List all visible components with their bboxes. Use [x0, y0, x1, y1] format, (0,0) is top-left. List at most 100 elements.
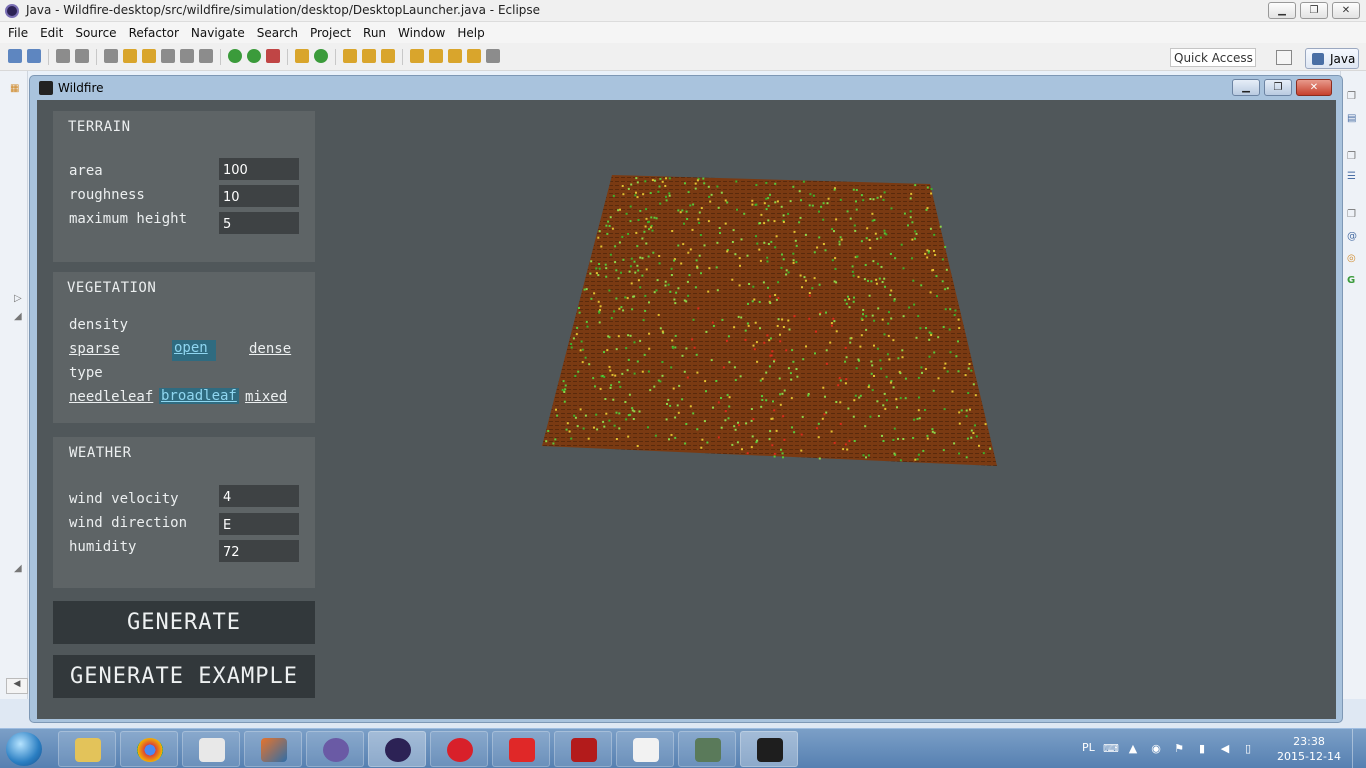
menu-file[interactable]: File [2, 26, 34, 40]
taskbar-chrome[interactable] [120, 731, 178, 767]
menu-project[interactable]: Project [304, 26, 357, 40]
block-selection-icon[interactable] [161, 49, 175, 63]
show-hidden-icons-icon[interactable]: ▲ [1126, 742, 1140, 755]
generate-example-button[interactable]: GENERATE EXAMPLE [53, 655, 315, 698]
previous-annotation-icon[interactable] [429, 49, 443, 63]
type-option-broadleaf[interactable]: broadleaf [159, 388, 239, 404]
taskbar-app8[interactable] [492, 731, 550, 767]
keyboard-icon[interactable]: ⌨ [1103, 742, 1119, 755]
quick-access-input[interactable]: Quick Access [1170, 48, 1256, 67]
java-perspective-button[interactable]: Java [1305, 48, 1359, 69]
toggle-mark-icon[interactable] [123, 49, 137, 63]
menu-refactor[interactable]: Refactor [123, 26, 185, 40]
maximize-button[interactable]: ❐ [1300, 2, 1328, 19]
vegetation-dot [833, 320, 836, 323]
volume-icon[interactable]: ◀ [1218, 742, 1232, 755]
action-center-icon[interactable]: ⚑ [1172, 742, 1186, 755]
restore-icon[interactable]: ❐ [1347, 151, 1356, 162]
language-indicator[interactable]: PL [1082, 741, 1095, 754]
run-icon[interactable] [247, 49, 261, 63]
taskbar-app5[interactable] [306, 731, 364, 767]
density-option-dense[interactable]: dense [247, 341, 293, 357]
taskbar-acrobat[interactable] [554, 731, 612, 767]
vegetation-dot [868, 294, 871, 297]
menu-navigate[interactable]: Navigate [185, 26, 251, 40]
scroll-left-button[interactable]: ◀ [6, 678, 28, 694]
restore-icon[interactable]: ❐ [1347, 209, 1356, 220]
new-java-package-icon[interactable] [295, 49, 309, 63]
clock[interactable]: 23:38 2015-12-14 [1276, 734, 1342, 764]
minimize-button[interactable]: ▁ [1268, 2, 1296, 19]
show-whitespace-icon[interactable] [180, 49, 194, 63]
taskbar-app11[interactable] [678, 731, 736, 767]
area-input[interactable] [219, 158, 299, 180]
highlight-icon[interactable] [142, 49, 156, 63]
wind-direction-input[interactable] [219, 513, 299, 535]
last-edit-icon[interactable] [448, 49, 462, 63]
menu-search[interactable]: Search [251, 26, 304, 40]
menu-run[interactable]: Run [357, 26, 392, 40]
network-icon[interactable]: ▮ [1195, 742, 1209, 755]
simulation-canvas[interactable]: TERRAIN area roughness maximum height VE… [37, 100, 1336, 719]
vegetation-dot [792, 252, 795, 255]
chrome-tray-icon[interactable]: ◉ [1149, 742, 1163, 755]
menu-help[interactable]: Help [451, 26, 490, 40]
taskbar-wildfire[interactable] [740, 731, 798, 767]
wildfire-close-button[interactable]: ✕ [1296, 79, 1332, 96]
vegetation-dot [677, 287, 680, 290]
vegetation-dot [822, 243, 825, 245]
next-annotation-icon[interactable] [410, 49, 424, 63]
task-list-icon[interactable]: ☰ [1347, 171, 1356, 182]
taskbar-explorer[interactable] [58, 731, 116, 767]
max-height-input[interactable] [219, 212, 299, 234]
skip-breakpoints-icon[interactable] [104, 49, 118, 63]
taskbar-opera[interactable] [430, 731, 488, 767]
taskbar-eclipse[interactable] [368, 731, 426, 767]
type-option-mixed[interactable]: mixed [243, 389, 289, 405]
wildfire-minimize-button[interactable]: ▁ [1232, 79, 1260, 96]
density-option-open[interactable]: open [172, 340, 216, 361]
expand-arrow-icon[interactable]: ▷ [14, 293, 22, 304]
open-type-icon[interactable] [343, 49, 357, 63]
package-explorer-icon[interactable]: ▦ [10, 83, 19, 94]
collapse-arrow-icon[interactable]: ◢ [14, 311, 22, 322]
type-option-needleleaf[interactable]: needleleaf [67, 389, 155, 405]
taskbar-matlab[interactable] [244, 731, 302, 767]
menu-source[interactable]: Source [69, 26, 122, 40]
pilcrow-icon[interactable] [199, 49, 213, 63]
new-class-icon[interactable] [314, 49, 328, 63]
taskbar-tex[interactable] [616, 731, 674, 767]
open-perspective-icon[interactable] [1276, 50, 1292, 65]
restore-icon[interactable]: ❐ [1347, 91, 1356, 102]
new-wizard-icon[interactable] [27, 49, 41, 63]
outline-icon[interactable]: ▤ [1347, 113, 1356, 124]
close-button[interactable]: ✕ [1332, 2, 1360, 19]
back-icon[interactable] [467, 49, 481, 63]
search-icon[interactable] [381, 49, 395, 63]
git-icon[interactable]: G [1347, 275, 1355, 286]
save-icon[interactable] [56, 49, 70, 63]
external-tools-icon[interactable] [266, 49, 280, 63]
debug-icon[interactable] [228, 49, 242, 63]
wind-velocity-input[interactable] [219, 485, 299, 507]
taskbar-app3[interactable] [182, 731, 240, 767]
terrain-render[interactable] [507, 170, 1007, 480]
forward-icon[interactable] [486, 49, 500, 63]
start-button[interactable] [6, 732, 42, 766]
density-option-sparse[interactable]: sparse [67, 341, 122, 357]
battery-icon[interactable]: ▯ [1241, 742, 1255, 755]
declaration-icon[interactable]: ◎ [1347, 253, 1356, 264]
show-desktop-button[interactable] [1352, 729, 1366, 768]
vegetation-dot [795, 261, 798, 264]
javadoc-icon[interactable]: @ [1347, 231, 1357, 242]
collapse-arrow-icon[interactable]: ◢ [14, 563, 22, 574]
save-all-icon[interactable] [75, 49, 89, 63]
menu-edit[interactable]: Edit [34, 26, 69, 40]
new-icon[interactable] [8, 49, 22, 63]
humidity-input[interactable] [219, 540, 299, 562]
roughness-input[interactable] [219, 185, 299, 207]
generate-button[interactable]: GENERATE [53, 601, 315, 644]
wildfire-maximize-button[interactable]: ❐ [1264, 79, 1292, 96]
menu-window[interactable]: Window [392, 26, 451, 40]
open-folder-icon[interactable] [362, 49, 376, 63]
